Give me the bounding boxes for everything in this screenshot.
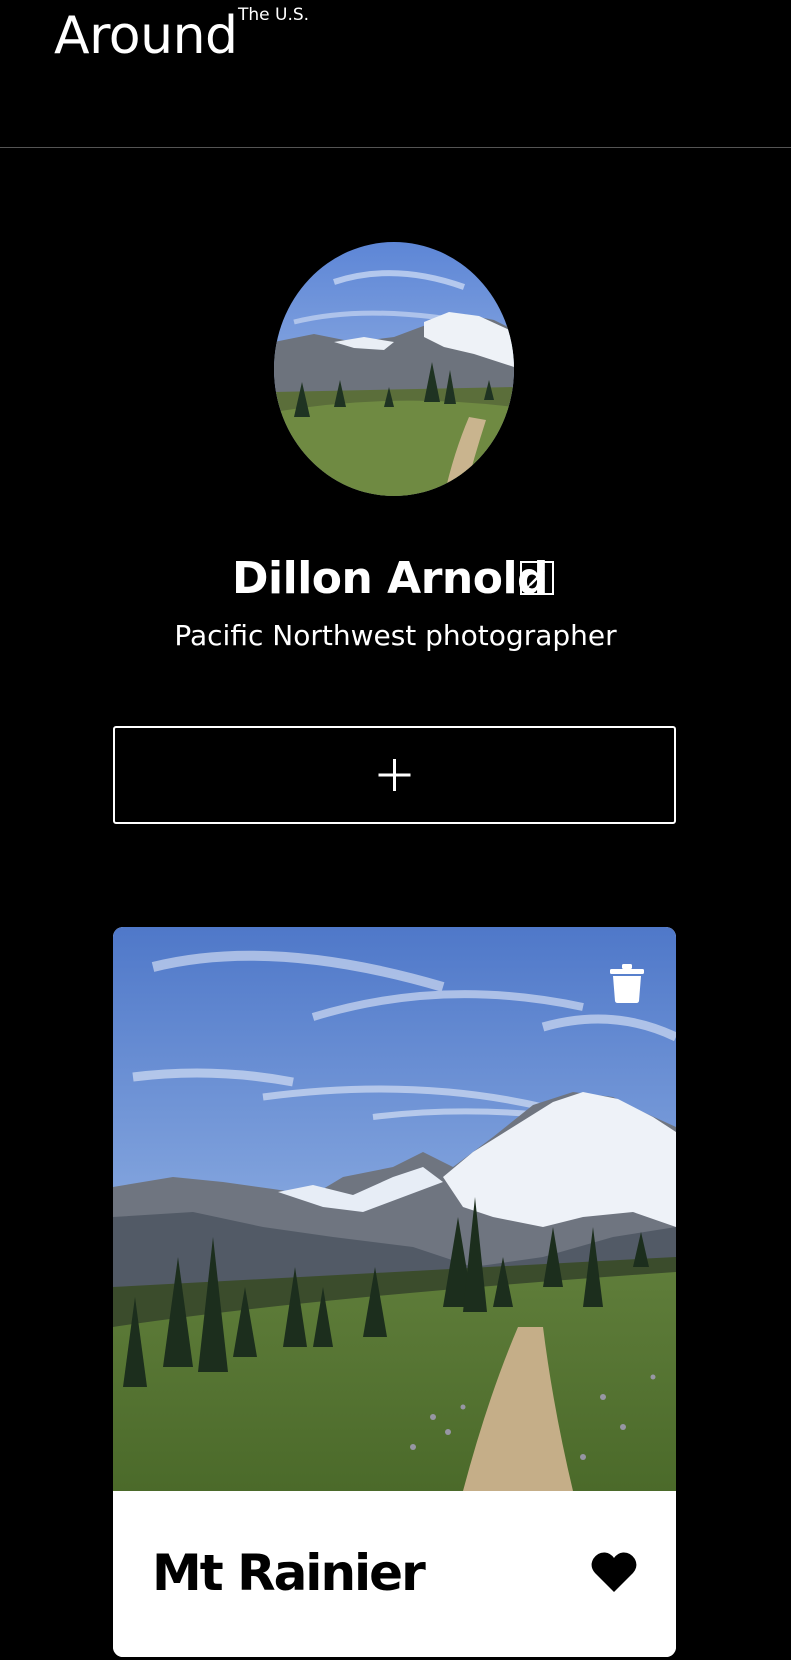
trash-icon bbox=[610, 964, 644, 1003]
card-title: Mt Rainier bbox=[152, 1544, 426, 1602]
edit-profile-button[interactable] bbox=[520, 561, 554, 595]
profile-name-row: Dillon Arnold bbox=[0, 550, 791, 608]
profile-name: Dillon Arnold bbox=[232, 553, 549, 604]
like-button[interactable] bbox=[591, 1551, 637, 1593]
card-info: Mt Rainier bbox=[113, 1491, 676, 1657]
heart-icon bbox=[591, 1552, 637, 1592]
plus-icon bbox=[378, 759, 411, 791]
logo: Around bbox=[54, 6, 238, 66]
add-card-button[interactable] bbox=[113, 726, 676, 824]
delete-card-button[interactable] bbox=[609, 963, 645, 1003]
profile-about: Pacific Northwest photographer bbox=[174, 619, 617, 652]
photo-card: Mt Rainier bbox=[113, 927, 676, 1657]
card-image[interactable] bbox=[113, 927, 676, 1491]
site-header: Around The U.S. bbox=[0, 0, 791, 148]
logo-subtitle: The U.S. bbox=[238, 5, 310, 25]
pencil-icon bbox=[527, 570, 545, 588]
profile-avatar[interactable] bbox=[274, 242, 514, 496]
avatar-photo bbox=[274, 242, 514, 496]
